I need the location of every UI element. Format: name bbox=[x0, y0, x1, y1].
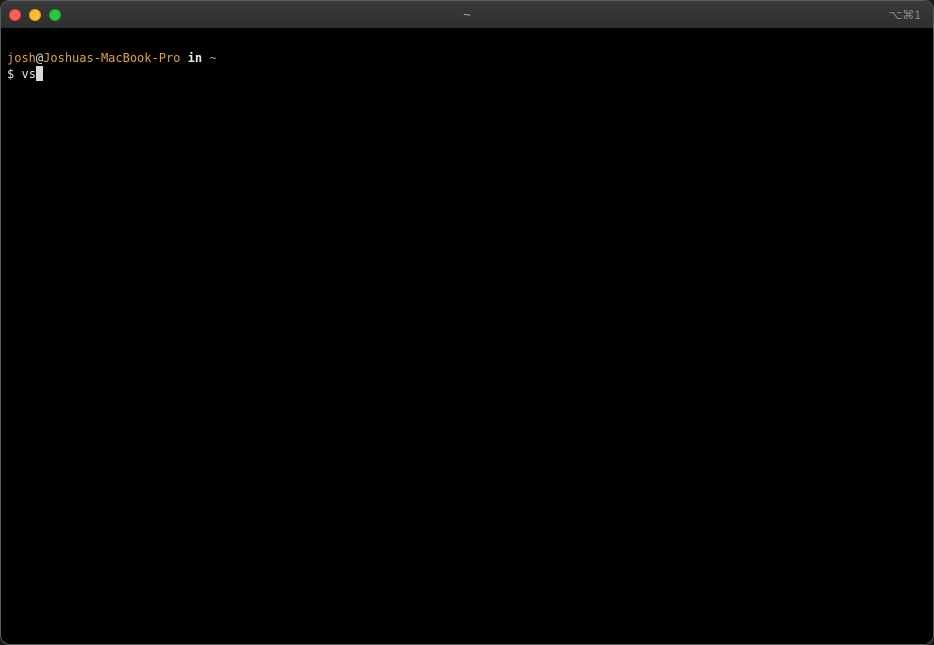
prompt-cwd: ~ bbox=[209, 51, 217, 65]
window-shortcut-label: ⌥⌘1 bbox=[888, 8, 921, 22]
prompt-in-word: in bbox=[187, 51, 203, 65]
text-cursor bbox=[35, 66, 43, 81]
prompt-line: josh@Joshuas-MacBook-Pro in ~ bbox=[7, 50, 933, 66]
prompt-host: Joshuas-MacBook-Pro bbox=[43, 51, 181, 65]
terminal-content[interactable]: josh@Joshuas-MacBook-Pro in ~ $ vs bbox=[1, 29, 933, 644]
prompt-user: josh bbox=[7, 51, 36, 65]
input-line[interactable]: $ vs bbox=[7, 66, 933, 82]
title-bar[interactable]: ~ ⌥⌘1 bbox=[1, 1, 933, 29]
terminal-window: ~ ⌥⌘1 josh@Joshuas-MacBook-Pro in ~ $ vs bbox=[0, 0, 934, 645]
window-title: ~ bbox=[463, 7, 471, 22]
prompt-symbol: $ bbox=[7, 67, 15, 81]
typed-command: vs bbox=[21, 67, 36, 81]
